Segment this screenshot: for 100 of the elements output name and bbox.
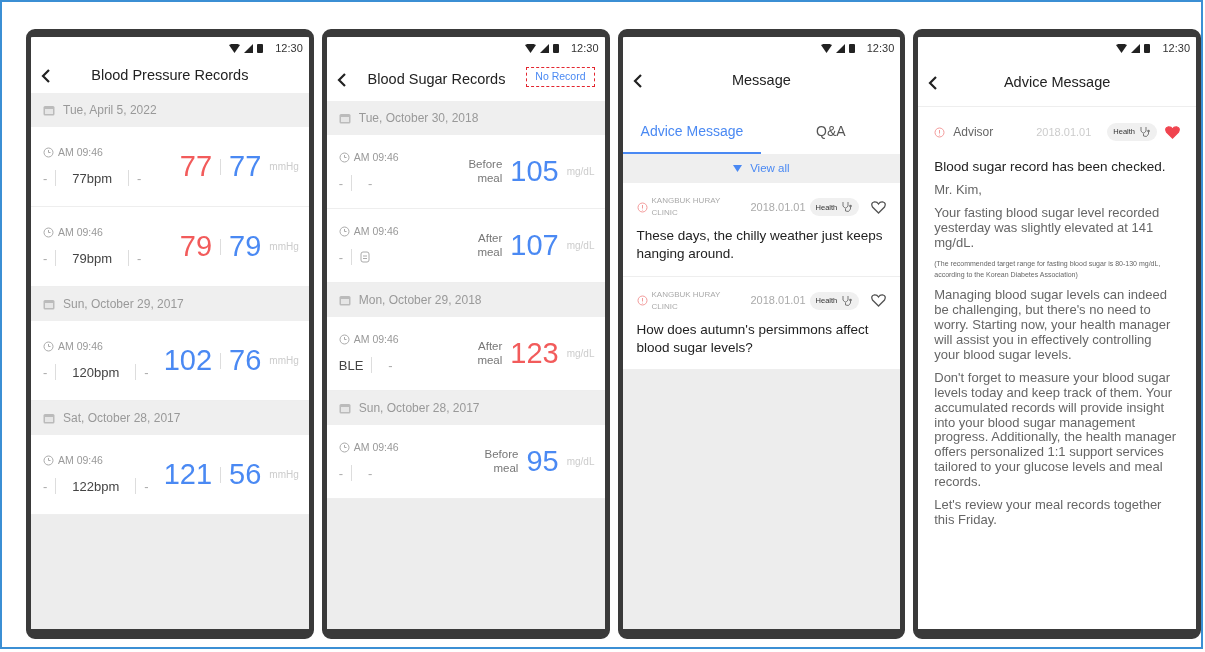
systolic-value: 102 xyxy=(163,346,213,375)
record-time: AM 09:46 xyxy=(58,452,103,468)
no-record-button[interactable]: No Record xyxy=(526,67,595,87)
battery-icon xyxy=(848,43,855,53)
source-label: - xyxy=(388,356,393,375)
wifi-icon xyxy=(820,43,832,53)
document-icon xyxy=(360,251,371,264)
status-time: 12:30 xyxy=(570,40,599,56)
systolic-value: 77 xyxy=(179,152,213,181)
status-time: 12:30 xyxy=(866,40,895,56)
date-label: Tue, April 5, 2022 xyxy=(63,102,157,119)
battery-icon xyxy=(552,43,559,53)
paragraph-text: Don't forget to measure your blood sugar levels today and keep track of them. Your accumulated records will provide insight into your blood sugar management progress. Additionally, the health manager offers personalized 1:1 support services tailored to your glucose levels and meal records. xyxy=(934,370,1178,491)
signal-icon xyxy=(539,43,549,53)
clock-icon xyxy=(338,334,350,346)
status-time: 12:30 xyxy=(275,40,303,56)
signal-icon xyxy=(1131,43,1141,53)
calendar-icon xyxy=(338,402,351,414)
date-label: Mon, October 29, 2018 xyxy=(358,292,482,309)
status-time: 12:30 xyxy=(1162,40,1190,56)
record-time: AM 09:46 xyxy=(353,149,399,165)
back-icon[interactable] xyxy=(336,73,347,87)
message-heading: Blood sugar record has been checked. xyxy=(934,158,1167,176)
screen-title: Blood Sugar Records xyxy=(366,70,507,90)
heart-icon[interactable] xyxy=(871,200,887,214)
sender-name: Advisor xyxy=(953,124,995,141)
pulse-value: 79bpm xyxy=(71,249,114,268)
sender-name: KANGBUK HURAY CLINIC xyxy=(651,288,722,313)
wifi-icon xyxy=(524,43,536,53)
glucose-value: 123 xyxy=(510,339,559,368)
clock-icon xyxy=(338,226,350,238)
heart-icon[interactable] xyxy=(1165,125,1180,139)
meal-label: Before meal xyxy=(467,158,503,185)
back-icon[interactable] xyxy=(632,74,643,88)
heart-icon[interactable] xyxy=(871,294,887,308)
systolic-value: 79 xyxy=(179,232,213,261)
clock-icon xyxy=(43,147,54,159)
message-text: These days, the chilly weather just keeps hanging around. xyxy=(636,227,884,264)
clock-icon xyxy=(43,227,54,239)
message-text: How does autumn's persimmons affect blood sugar levels? xyxy=(636,320,870,357)
source-label: BLE xyxy=(338,356,364,375)
source-label: - xyxy=(137,169,142,188)
stethoscope-icon xyxy=(1139,126,1151,138)
back-icon[interactable] xyxy=(41,69,51,83)
diastolic-value: 76 xyxy=(229,346,262,375)
calendar-icon xyxy=(43,298,55,310)
clock-icon xyxy=(338,152,350,164)
source-label: - xyxy=(43,249,48,268)
sender-name: KANGBUK HURAY CLINIC xyxy=(651,195,722,220)
record-time: AM 09:46 xyxy=(58,224,103,240)
clock-icon xyxy=(43,341,54,353)
paragraph-text: Mr. Kim, xyxy=(934,183,983,199)
diastolic-value: 56 xyxy=(229,460,262,489)
glucose-value: 95 xyxy=(526,447,559,476)
back-icon[interactable] xyxy=(928,75,939,90)
record-time: AM 09:46 xyxy=(353,331,399,347)
calendar-icon xyxy=(43,412,55,424)
screen-title: Blood Pressure Records xyxy=(90,66,250,86)
wifi-icon xyxy=(229,43,241,53)
screen-title: Advice Message xyxy=(1002,72,1112,92)
source-label: - xyxy=(368,174,373,193)
record-time: AM 09:46 xyxy=(353,439,399,455)
source-label: - xyxy=(338,248,344,267)
date-label: Sat, October 28, 2017 xyxy=(63,410,181,427)
record-time: AM 09:46 xyxy=(58,338,103,354)
calendar-icon xyxy=(43,104,55,116)
systolic-value: 121 xyxy=(163,460,213,489)
stethoscope-icon xyxy=(841,294,854,307)
source-label: - xyxy=(137,249,142,268)
source-label: - xyxy=(368,464,373,483)
triangle-down-icon xyxy=(733,165,743,173)
battery-icon xyxy=(257,43,264,53)
paragraph-text: Let's review your meal records together this Friday. xyxy=(934,498,1163,529)
meal-label: After meal xyxy=(476,232,503,259)
signal-icon xyxy=(244,43,254,53)
date-label: Tue, October 30, 2018 xyxy=(358,110,479,127)
glucose-value: 105 xyxy=(510,157,559,186)
pulse-value: 122bpm xyxy=(71,477,121,496)
screen-title: Message xyxy=(730,71,792,91)
source-label: - xyxy=(144,363,149,382)
alert-icon xyxy=(636,295,648,307)
source-label: - xyxy=(43,169,48,188)
advisor-icon xyxy=(934,126,946,138)
paragraph-text: Your fasting blood sugar level recorded yesterday was slightly elevated at 141 mg/dL. xyxy=(934,206,1161,251)
battery-icon xyxy=(1144,43,1151,53)
pulse-value: 120bpm xyxy=(71,363,121,382)
signal-icon xyxy=(835,43,845,53)
alert-icon xyxy=(636,201,648,213)
message-date: 2018.01.01 xyxy=(750,200,806,215)
clock-icon xyxy=(338,442,350,454)
source-label: - xyxy=(144,477,149,496)
clock-icon xyxy=(43,455,54,467)
wifi-icon xyxy=(1116,43,1128,53)
source-label: - xyxy=(43,363,48,382)
source-label: - xyxy=(338,464,344,483)
diastolic-value: 79 xyxy=(229,232,262,261)
glucose-value: 107 xyxy=(510,231,559,260)
calendar-icon xyxy=(338,112,351,124)
record-time: AM 09:46 xyxy=(353,223,399,239)
source-label: - xyxy=(43,477,48,496)
